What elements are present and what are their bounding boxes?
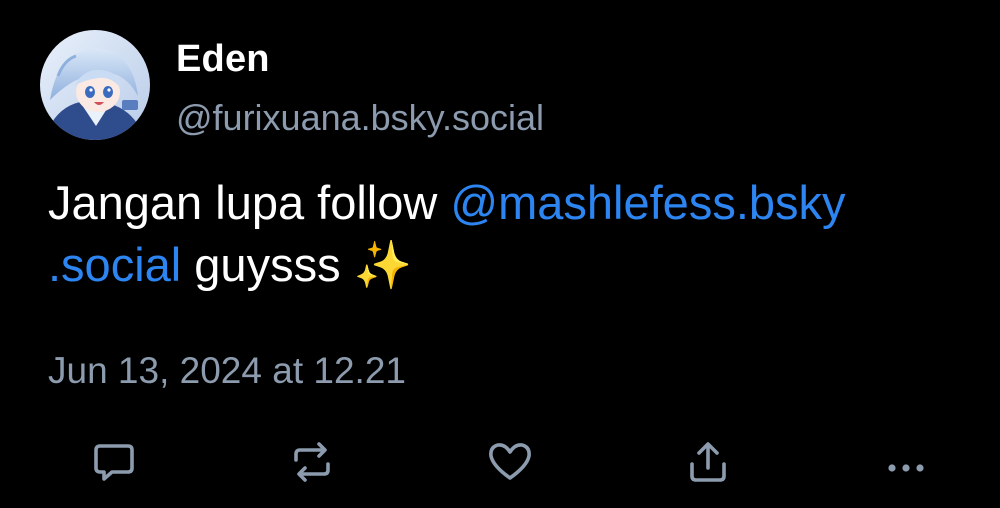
- post-text: Jangan lupa follow @mashlefess.bsky .soci…: [48, 172, 968, 296]
- avatar-image: [40, 30, 150, 140]
- ellipsis-icon: [888, 464, 924, 472]
- post-text-outro: guysss ✨: [181, 238, 413, 291]
- post-timestamp[interactable]: Jun 13, 2024 at 12.21: [48, 348, 406, 394]
- reply-button[interactable]: [84, 432, 144, 492]
- like-button[interactable]: [480, 432, 540, 492]
- comment-icon: [94, 444, 134, 481]
- mention-link-part1[interactable]: @mashlefess.bsky: [450, 176, 845, 229]
- action-bar: [0, 432, 1000, 492]
- share-button[interactable]: [678, 432, 738, 492]
- heart-icon: [489, 443, 531, 480]
- avatar[interactable]: [40, 30, 150, 140]
- author-handle[interactable]: @furixuana.bsky.social: [176, 96, 544, 140]
- more-options-button[interactable]: [876, 432, 936, 492]
- post-card: Eden @furixuana.bsky.social Jangan lupa …: [0, 0, 1000, 508]
- mention-link-part2[interactable]: .social: [48, 238, 181, 291]
- repost-button[interactable]: [282, 432, 342, 492]
- post-text-intro: Jangan lupa follow: [48, 176, 451, 229]
- share-icon: [690, 442, 726, 482]
- author-display-name[interactable]: Eden: [176, 36, 270, 82]
- repost-icon: [294, 442, 330, 482]
